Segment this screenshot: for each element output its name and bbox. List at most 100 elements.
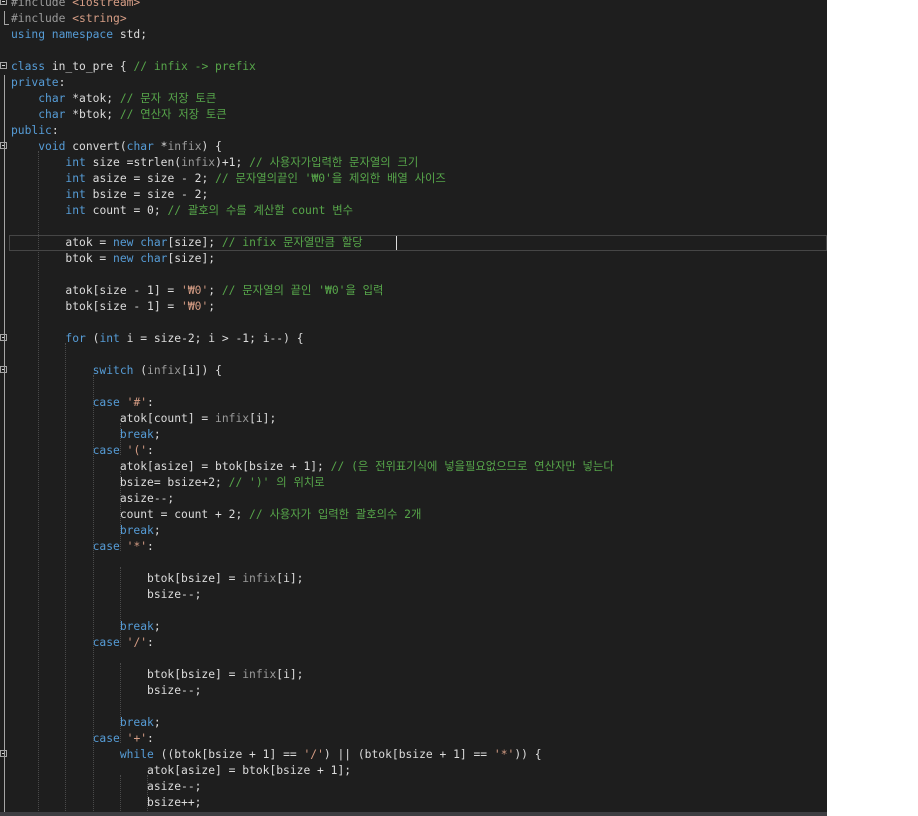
code-line[interactable]: char *btok; // 연산자 저장 토큰: [0, 107, 827, 123]
code-token: atok[count] =: [11, 412, 216, 425]
code-line[interactable]: [0, 219, 827, 235]
code-line[interactable]: atok[asize] = btok[bsize + 1]; // (은 전위표…: [0, 459, 827, 475]
code-token: '*': [493, 748, 515, 761]
code-text: int size =strlen(infix)+1; // 사용자가입력한 문자…: [11, 155, 418, 171]
code-token: ;: [208, 284, 222, 297]
fold-collapse-icon[interactable]: [0, 0, 7, 5]
code-line[interactable]: public:: [0, 123, 827, 139]
code-line[interactable]: btok = new char[size];: [0, 251, 827, 267]
code-text: case '(':: [11, 443, 154, 459]
code-line[interactable]: count = count + 2; // 사용자가 입력한 괄호의수 2개: [0, 507, 827, 523]
code-line[interactable]: [0, 651, 827, 667]
code-line[interactable]: break;: [0, 523, 827, 539]
code-token: ;: [153, 524, 161, 537]
code-line[interactable]: #include <string>: [0, 11, 827, 27]
code-token: :: [147, 732, 154, 745]
code-line[interactable]: [0, 555, 827, 571]
code-token: break: [119, 716, 154, 729]
code-token: infix: [181, 156, 216, 169]
code-line[interactable]: case '+':: [0, 731, 827, 747]
code-line[interactable]: [0, 315, 827, 331]
code-text: atok[size - 1] = '₩0'; // 문자열의 끝인 '₩0'을 …: [11, 283, 383, 299]
code-line[interactable]: break;: [0, 619, 827, 635]
code-text: btok[bsize] = infix[i];: [11, 571, 303, 587]
code-line[interactable]: int asize = size - 2; // 문자열의끝인 '₩0'을 제외…: [0, 171, 827, 187]
code-text: char *atok; // 문자 저장 토큰: [11, 91, 216, 107]
code-line[interactable]: btok[bsize] = infix[i];: [0, 571, 827, 587]
code-line[interactable]: bsize= bsize+2; // ')' 의 위치로: [0, 475, 827, 491]
code-line[interactable]: atok = new char[size]; // infix 문자열만큼 할당: [0, 235, 827, 251]
code-line[interactable]: char *atok; // 문자 저장 토큰: [0, 91, 827, 107]
code-line[interactable]: using namespace std;: [0, 27, 827, 43]
code-line[interactable]: [0, 43, 827, 59]
code-line[interactable]: break;: [0, 715, 827, 731]
code-line[interactable]: asize--;: [0, 779, 827, 795]
code-line[interactable]: case '/':: [0, 635, 827, 651]
horizontal-scrollbar[interactable]: [0, 812, 827, 816]
code-token: // infix 문자열만큼 할당: [221, 236, 363, 249]
code-line[interactable]: bsize--;: [0, 587, 827, 603]
code-line[interactable]: [0, 603, 827, 619]
code-token: int: [65, 156, 93, 169]
code-line[interactable]: case '(':: [0, 443, 827, 459]
code-line[interactable]: bsize--;: [0, 683, 827, 699]
code-text: class in_to_pre { // infix -> prefix: [11, 59, 256, 75]
code-token: btok =: [11, 252, 114, 265]
code-token: case: [92, 636, 127, 649]
fold-collapse-icon[interactable]: [0, 62, 7, 69]
code-line[interactable]: int bsize = size - 2;: [0, 187, 827, 203]
code-line[interactable]: [0, 379, 827, 395]
code-line[interactable]: case '#':: [0, 395, 827, 411]
code-token: [i];: [249, 412, 277, 425]
code-text: public:: [11, 123, 59, 139]
code-line[interactable]: int size =strlen(infix)+1; // 사용자가입력한 문자…: [0, 155, 827, 171]
code-text: bsize--;: [11, 587, 201, 603]
code-text: #include <string>: [11, 11, 127, 27]
code-token: for: [65, 332, 93, 345]
code-line[interactable]: [0, 267, 827, 283]
code-line[interactable]: asize--;: [0, 491, 827, 507]
code-token: break: [119, 428, 154, 441]
code-text: for (int i = size-2; i > -1; i--) {: [11, 331, 303, 347]
code-line[interactable]: btok[size - 1] = '₩0';: [0, 299, 827, 315]
code-token: :: [147, 396, 154, 409]
code-token: #include: [11, 0, 73, 9]
code-text: atok[count] = infix[i];: [11, 411, 276, 427]
code-text: private:: [11, 75, 65, 91]
code-line[interactable]: while ((btok[bsize + 1] == '/') || (btok…: [0, 747, 827, 763]
code-line[interactable]: int count = 0; // 괄호의 수를 계산할 count 변수: [0, 203, 827, 219]
code-token: in_to_pre {: [51, 60, 134, 73]
code-line[interactable]: atok[size - 1] = '₩0'; // 문자열의 끝인 '₩0'을 …: [0, 283, 827, 299]
code-editor[interactable]: #include <iostream> #include <string> usin…: [0, 0, 827, 812]
code-line[interactable]: #include <iostream>: [0, 0, 827, 11]
code-token: ((btok[bsize + 1] ==: [160, 748, 304, 761]
code-line[interactable]: for (int i = size-2; i > -1; i--) {: [0, 331, 827, 347]
code-line[interactable]: class in_to_pre { // infix -> prefix: [0, 59, 827, 75]
code-token: ;: [153, 620, 161, 633]
text-caret: [396, 236, 397, 250]
code-token: atok =: [11, 236, 114, 249]
code-token: // 문자열의끝인 '₩0'을 제외한 배열 사이즈: [215, 172, 446, 185]
code-token: [size];: [167, 236, 222, 249]
code-text: asize--;: [11, 779, 201, 795]
code-token: :: [147, 444, 154, 457]
code-line[interactable]: btok[bsize] = infix[i];: [0, 667, 827, 683]
code-line[interactable]: private:: [0, 75, 827, 91]
code-line[interactable]: switch (infix[i]) {: [0, 363, 827, 379]
code-text: int count = 0; // 괄호의 수를 계산할 count 변수: [11, 203, 353, 219]
code-line[interactable]: atok[asize] = btok[bsize + 1];: [0, 763, 827, 779]
code-line[interactable]: case '*':: [0, 539, 827, 555]
code-line[interactable]: void convert(char *infix) {: [0, 139, 827, 155]
code-line[interactable]: bsize++;: [0, 795, 827, 811]
code-line[interactable]: [0, 347, 827, 363]
code-line[interactable]: [0, 699, 827, 715]
code-token: atok[asize] = btok[bsize + 1];: [11, 460, 331, 473]
code-line[interactable]: atok[count] = infix[i];: [0, 411, 827, 427]
code-token: infix: [242, 572, 277, 585]
code-token: atok[size - 1] =: [11, 284, 182, 297]
code-line[interactable]: break;: [0, 427, 827, 443]
code-token: '(': [126, 444, 148, 457]
